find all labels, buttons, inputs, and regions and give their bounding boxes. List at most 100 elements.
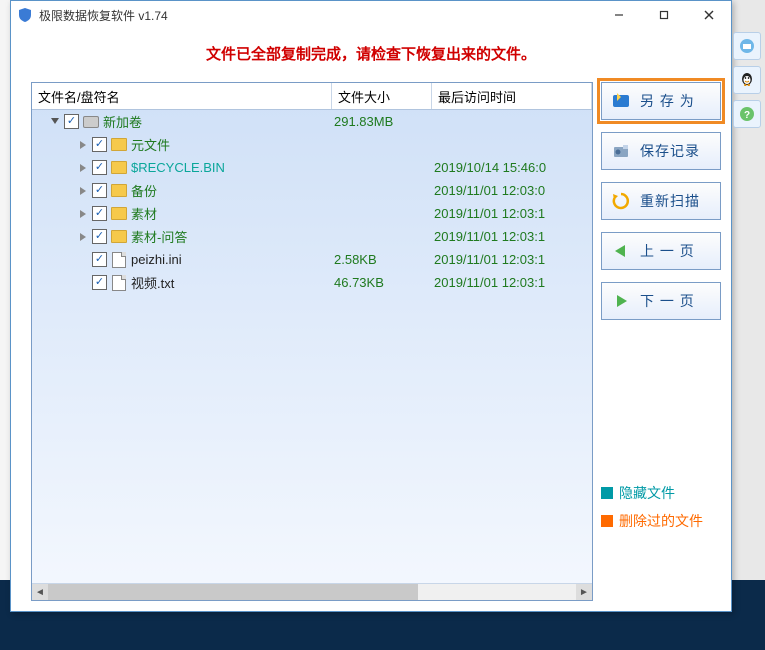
item-label: 素材 [131,204,157,223]
cell-size: 46.73KB [334,275,434,290]
folder-icon [111,206,127,222]
cell-size: 2.58KB [334,252,434,267]
folder-icon [111,229,127,245]
item-label: 备份 [131,181,157,200]
chevron-right-icon[interactable] [76,161,90,175]
status-banner: 文件已全部复制完成，请检查下恢复出来的文件。 [11,29,731,82]
item-label: peizhi.ini [131,252,182,267]
cell-size: 291.83MB [334,114,434,129]
folder-icon [111,160,127,176]
save-as-button[interactable]: 另 存 为 [601,82,721,120]
maximize-button[interactable] [641,1,686,29]
cell-name: ✓ 素材-问答 [34,227,334,246]
cell-name: ✓ 备份 [34,181,334,200]
cell-name: ✓ 元文件 [34,135,334,154]
horizontal-scrollbar[interactable]: ◄ ► [32,583,592,600]
checkbox[interactable]: ✓ [64,114,79,129]
next-label: 下 一 页 [640,291,695,311]
ext-tool-qq-icon[interactable] [733,66,761,94]
column-size[interactable]: 文件大小 [332,83,432,109]
window-title: 极限数据恢复软件 v1.74 [39,7,168,24]
next-page-button[interactable]: 下 一 页 [601,282,721,320]
cell-time: 2019/10/14 15:46:0 [434,160,592,175]
expander-placeholder [76,253,90,267]
file-icon [111,252,127,268]
rescan-label: 重新扫描 [640,191,700,211]
rescan-icon [610,190,632,212]
save-as-label: 另 存 为 [640,91,695,111]
legend-hidden-swatch [601,487,613,499]
cell-name: ✓ $RECYCLE.BIN [34,160,334,176]
item-label: 新加卷 [103,112,142,131]
column-time[interactable]: 最后访问时间 [432,83,592,109]
checkbox[interactable]: ✓ [92,137,107,152]
chevron-right-icon[interactable] [76,184,90,198]
ext-tool-1[interactable] [733,32,761,60]
table-row[interactable]: ✓ 视频.txt 46.73KB2019/11/01 12:03:1 [32,271,592,294]
checkbox[interactable]: ✓ [92,252,107,267]
item-label: 元文件 [131,135,170,154]
cell-name: ✓ peizhi.ini [34,252,334,268]
legend-hidden-label: 隐藏文件 [619,483,675,503]
legend-deleted-label: 删除过的文件 [619,511,703,531]
prev-label: 上 一 页 [640,241,695,261]
cell-time: 2019/11/01 12:03:1 [434,275,592,290]
checkbox[interactable]: ✓ [92,160,107,175]
chevron-right-icon[interactable] [76,230,90,244]
cell-time: 2019/11/01 12:03:1 [434,252,592,267]
save-log-button[interactable]: 保存记录 [601,132,721,170]
close-button[interactable] [686,1,731,29]
folder-icon [111,183,127,199]
scroll-right-icon[interactable]: ► [576,584,592,600]
cell-time: 2019/11/01 12:03:0 [434,183,592,198]
table-row[interactable]: ✓ 新加卷 291.83MB [32,110,592,133]
table-row[interactable]: ✓ $RECYCLE.BIN 2019/10/14 15:46:0 [32,156,592,179]
cell-name: ✓ 素材 [34,204,334,223]
cell-name: ✓ 视频.txt [34,273,334,292]
checkbox[interactable]: ✓ [92,206,107,221]
chevron-right-icon[interactable] [76,207,90,221]
save-log-label: 保存记录 [640,141,700,161]
save-as-icon [610,90,632,112]
cell-name: ✓ 新加卷 [34,112,334,131]
scroll-track[interactable] [48,584,576,600]
next-icon [610,290,632,312]
item-label: 视频.txt [131,273,174,292]
app-icon [17,7,33,23]
scroll-thumb[interactable] [48,584,418,600]
list-body: ✓ 新加卷 291.83MB ✓ 元文件 ✓ $RECYCLE.BIN 2019/10/14 … [32,110,592,583]
minimize-button[interactable] [596,1,641,29]
file-icon [111,275,127,291]
file-list-panel: 文件名/盘符名 文件大小 最后访问时间 ✓ 新加卷 291.83MB ✓ 元文件 ✓ $RE… [31,82,593,601]
side-panel: 另 存 为 保存记录 重新扫描 上 一 页 [601,82,721,601]
checkbox[interactable]: ✓ [92,229,107,244]
item-label: $RECYCLE.BIN [131,160,225,175]
table-row[interactable]: ✓ 备份 2019/11/01 12:03:0 [32,179,592,202]
legend-deleted: 删除过的文件 [601,511,721,531]
prev-page-button[interactable]: 上 一 页 [601,232,721,270]
list-header: 文件名/盘符名 文件大小 最后访问时间 [32,83,592,110]
item-label: 素材-问答 [131,227,187,246]
rescan-button[interactable]: 重新扫描 [601,182,721,220]
checkbox[interactable]: ✓ [92,183,107,198]
folder-icon [111,137,127,153]
app-window: 极限数据恢复软件 v1.74 文件已全部复制完成，请检查下恢复出来的文件。 文件… [10,0,732,612]
chevron-down-icon[interactable] [48,115,62,129]
table-row[interactable]: ✓素材-问答2019/11/01 12:03:1 [32,225,592,248]
table-row[interactable]: ✓素材2019/11/01 12:03:1 [32,202,592,225]
table-row[interactable]: ✓ 元文件 [32,133,592,156]
checkbox[interactable]: ✓ [92,275,107,290]
ext-tool-help-icon[interactable]: ? [733,100,761,128]
legend: 隐藏文件 删除过的文件 [601,475,721,601]
prev-icon [610,240,632,262]
scroll-left-icon[interactable]: ◄ [32,584,48,600]
column-name[interactable]: 文件名/盘符名 [32,83,332,109]
chevron-right-icon[interactable] [76,138,90,152]
legend-hidden: 隐藏文件 [601,483,721,503]
expander-placeholder [76,276,90,290]
titlebar: 极限数据恢复软件 v1.74 [11,1,731,29]
save-log-icon [610,140,632,162]
table-row[interactable]: ✓ peizhi.ini 2.58KB2019/11/01 12:03:1 [32,248,592,271]
disk-icon [83,114,99,130]
legend-deleted-swatch [601,515,613,527]
